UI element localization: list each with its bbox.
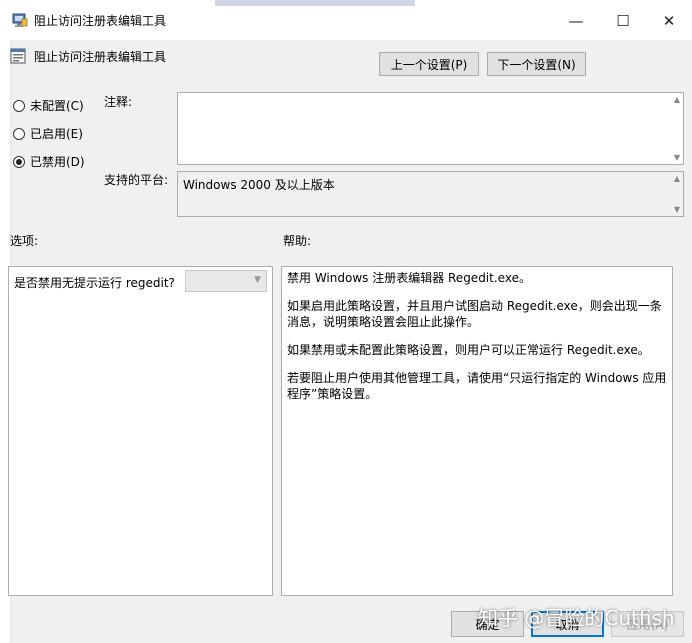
help-paragraph: 如果启用此策略设置，并且用户试图启动 Regedit.exe，则会出现一条消息，… <box>287 299 662 329</box>
scroll-down-icon[interactable]: ▼ <box>674 153 680 162</box>
policy-name: 阻止访问注册表编辑工具 <box>34 50 167 64</box>
background-window-strip <box>215 0 415 6</box>
options-label: 选项: <box>10 234 39 248</box>
platform-value: Windows 2000 及以上版本 <box>183 178 335 192</box>
radio-not-configured[interactable]: 未配置(C) <box>13 97 84 114</box>
watermark: 知乎 @冒险的Cutfish <box>478 606 675 630</box>
help-paragraph: 如果禁用或未配置此策略设置，则用户可以正常运行 Regedit.exe。 <box>287 343 650 357</box>
close-button[interactable]: ✕ <box>646 6 692 36</box>
radio-circle[interactable] <box>13 155 25 168</box>
radio-label: 未配置(C) <box>30 99 84 113</box>
platform-field: Windows 2000 及以上版本 ▲ ▼ <box>177 171 684 217</box>
comment-label: 注释: <box>104 95 133 109</box>
help-paragraph: 若要阻止用户使用其他管理工具，请使用“只运行指定的 Windows 应用程序”策… <box>287 371 667 401</box>
radio-disabled[interactable]: 已禁用(D) <box>13 153 85 170</box>
chevron-down-icon: ▼ <box>254 275 261 285</box>
radio-label: 已启用(E) <box>30 127 83 141</box>
radio-circle[interactable] <box>13 127 25 140</box>
scroll-down-icon[interactable]: ▼ <box>674 205 680 214</box>
minimize-button[interactable]: — <box>553 6 599 36</box>
scroll-up-icon[interactable]: ▲ <box>674 174 680 183</box>
policy-setting-icon <box>10 48 26 64</box>
window-title: 阻止访问注册表编辑工具 <box>34 14 167 28</box>
disable-silent-regedit-dropdown[interactable]: ▼ <box>185 270 267 292</box>
options-panel: 是否禁用无提示运行 regedit? ▼ <box>8 266 273 596</box>
help-panel: 禁用 Windows 注册表编辑器 Regedit.exe。 如果启用此策略设置… <box>281 266 673 596</box>
radio-enabled[interactable]: 已启用(E) <box>13 125 83 142</box>
next-setting-button[interactable]: 下一个设置(N) <box>487 52 586 76</box>
policy-editor-icon <box>12 12 28 28</box>
radio-label: 已禁用(D) <box>30 155 85 169</box>
disable-silent-regedit-label: 是否禁用无提示运行 regedit? <box>14 276 175 290</box>
radio-circle[interactable] <box>13 99 25 112</box>
help-paragraph: 禁用 Windows 注册表编辑器 Regedit.exe。 <box>287 271 531 285</box>
previous-setting-button[interactable]: 上一个设置(P) <box>379 52 479 76</box>
help-label: 帮助: <box>283 234 312 248</box>
platform-label: 支持的平台: <box>104 173 169 187</box>
comment-textarea[interactable]: ▲ ▼ <box>177 92 684 165</box>
maximize-button[interactable]: ☐ <box>600 6 646 36</box>
scroll-up-icon[interactable]: ▲ <box>674 95 680 104</box>
